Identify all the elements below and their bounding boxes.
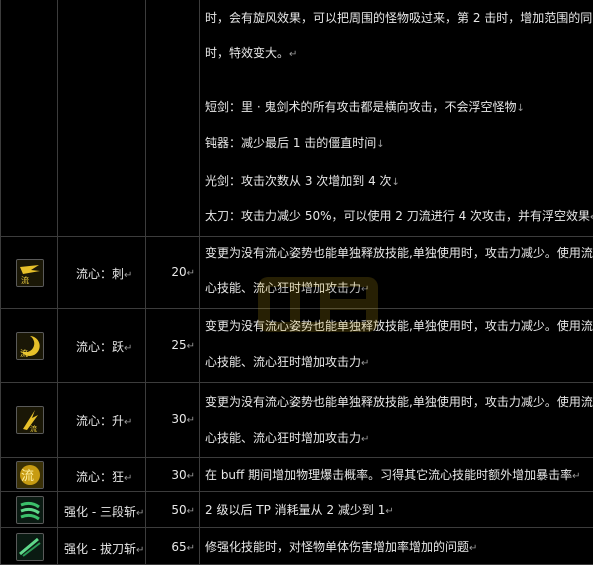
icon-cell: [0, 492, 58, 528]
svg-text:流: 流: [30, 424, 37, 433]
skill-level: 30↵: [171, 412, 195, 426]
table-row: 流 流心：刺↵ 20↵ 变更为没有流心姿势也能单独释放技能,单独使用时，攻击力减…: [0, 237, 593, 309]
skill-level: 25↵: [171, 338, 195, 352]
level-cell: [146, 0, 200, 237]
description-cell: 变更为没有流心姿势也能单独释放技能,单独使用时，攻击力减少。使用流 心技能、流心…: [200, 237, 593, 309]
description-line: 心技能、流心狂时增加攻击力↵: [205, 281, 370, 295]
level-cell: 30↵: [146, 383, 200, 458]
name-cell: 强化 - 三段斩↵: [58, 492, 146, 528]
skill-name: 强化 - 三段斩↵: [64, 505, 145, 519]
liuxin-yue-icon: 流: [16, 332, 44, 360]
description-line: 变更为没有流心姿势也能单独释放技能,单独使用时，攻击力减少。使用流: [205, 246, 593, 260]
icon-cell: [0, 0, 58, 237]
svg-text:流: 流: [20, 348, 28, 358]
skill-table: 时，会有旋风效果，可以把周围的怪物吸过来，第 2 击时，增加范围的同 时，特效变…: [0, 0, 593, 565]
name-cell: [58, 0, 146, 237]
table-row: 流 流心：狂↵ 30↵ 在 buff 期间增加物理爆击概率。习得其它流心技能时额…: [0, 458, 593, 492]
liuxin-sheng-icon: 流: [16, 406, 44, 434]
skill-level: 30↵: [171, 468, 195, 482]
description-line: 心技能、流心狂时增加攻击力↵: [205, 431, 370, 445]
liuxin-ci-icon: 流: [16, 259, 44, 287]
description-line: 心技能、流心狂时增加攻击力↵: [205, 355, 370, 369]
skill-level: 50↵: [171, 503, 195, 517]
icon-cell: [0, 528, 58, 565]
table-row: 强化 - 三段斩↵ 50↵ 2 级以后 TP 消耗量从 2 减少到 1↵: [0, 492, 593, 528]
description-line: 短剑：里 · 鬼剑术的所有攻击都是横向攻击，不会浮空怪物↓: [205, 100, 525, 114]
description-cell: 修强化技能时，对怪物单体伤害增加率增加的问题↵: [200, 528, 593, 565]
icon-cell: 流: [0, 383, 58, 458]
description-cell: 变更为没有流心姿势也能单独释放技能,单独使用时，攻击力减少。使用流 心技能、流心…: [200, 309, 593, 383]
table-row: 流 流心：跃↵ 25↵ 变更为没有流心姿势也能单独释放技能,单独使用时，攻击力减…: [0, 309, 593, 383]
icon-cell: 流: [0, 458, 58, 492]
description-line: 时，特效变大。↵: [205, 46, 298, 60]
level-cell: 30↵: [146, 458, 200, 492]
description-line: 变更为没有流心姿势也能单独释放技能,单独使用时，攻击力减少。使用流: [205, 395, 593, 409]
skill-name: 流心：升↵: [76, 414, 133, 428]
skill-level: 20↵: [171, 265, 195, 279]
table-row-intro: 时，会有旋风效果，可以把周围的怪物吸过来，第 2 击时，增加范围的同 时，特效变…: [0, 0, 593, 237]
skill-name: 流心：跃↵: [76, 340, 133, 354]
description-line: 修强化技能时，对怪物单体伤害增加率增加的问题↵: [205, 540, 478, 554]
name-cell: 流心：跃↵: [58, 309, 146, 383]
skill-level: 65↵: [171, 540, 195, 554]
qianghua-sanduanzhan-icon: [16, 496, 44, 524]
level-cell: 20↵: [146, 237, 200, 309]
skill-name: 流心：刺↵: [76, 267, 133, 281]
name-cell: 流心：升↵: [58, 383, 146, 458]
name-cell: 流心：狂↵: [58, 458, 146, 492]
level-cell: 65↵: [146, 528, 200, 565]
table-row: 强化 - 拔刀斩↵ 65↵ 修强化技能时，对怪物单体伤害增加率增加的问题↵: [0, 528, 593, 565]
level-cell: 25↵: [146, 309, 200, 383]
description-line: 在 buff 期间增加物理爆击概率。习得其它流心技能时额外增加暴击率↵: [205, 468, 581, 482]
skill-name: 流心：狂↵: [76, 470, 133, 484]
svg-text:流: 流: [21, 469, 34, 484]
description-line: 变更为没有流心姿势也能单独释放技能,单独使用时，攻击力减少。使用流: [205, 319, 593, 333]
icon-cell: 流: [0, 237, 58, 309]
description-cell: 时，会有旋风效果，可以把周围的怪物吸过来，第 2 击时，增加范围的同 时，特效变…: [200, 0, 593, 237]
description-cell: 2 级以后 TP 消耗量从 2 减少到 1↵: [200, 492, 593, 528]
liuxin-kuang-icon: 流: [16, 461, 44, 489]
description-line: 光剑：攻击次数从 3 次增加到 4 次↓: [205, 174, 400, 188]
icon-cell: 流: [0, 309, 58, 383]
qianghua-badaozhan-icon: [16, 533, 44, 561]
level-cell: 50↵: [146, 492, 200, 528]
skill-name: 强化 - 拔刀斩↵: [64, 542, 145, 556]
description-cell: 在 buff 期间增加物理爆击概率。习得其它流心技能时额外增加暴击率↵: [200, 458, 593, 492]
name-cell: 强化 - 拔刀斩↵: [58, 528, 146, 565]
name-cell: 流心：刺↵: [58, 237, 146, 309]
description-line: 2 级以后 TP 消耗量从 2 减少到 1↵: [205, 503, 394, 517]
svg-text:流: 流: [21, 275, 29, 285]
description-line: 钝器：减少最后 1 击的僵直时间↓: [205, 136, 385, 150]
description-cell: 变更为没有流心姿势也能单独释放技能,单独使用时，攻击力减少。使用流 心技能、流心…: [200, 383, 593, 458]
description-line: 时，会有旋风效果，可以把周围的怪物吸过来，第 2 击时，增加范围的同: [205, 11, 593, 25]
table-row: 流 流心：升↵ 30↵ 变更为没有流心姿势也能单独释放技能,单独使用时，攻击力减…: [0, 383, 593, 458]
description-line: 太刀：攻击力减少 50%，可以使用 2 刀流进行 4 次攻击，并有浮空效果↵: [205, 209, 593, 223]
